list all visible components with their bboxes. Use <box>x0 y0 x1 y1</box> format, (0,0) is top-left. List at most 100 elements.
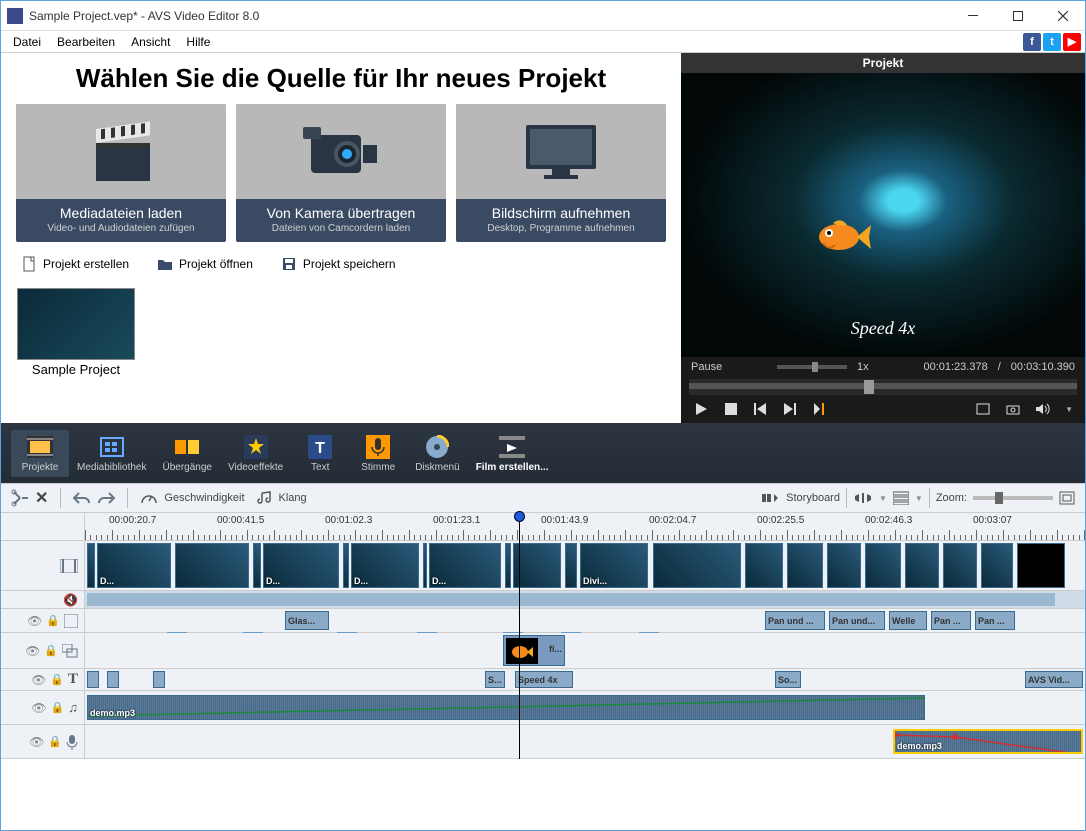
speed-slider[interactable] <box>777 365 847 369</box>
clip-text[interactable]: S... <box>485 671 505 688</box>
lock-icon[interactable]: 🔒 <box>46 614 60 627</box>
audio-balance-icon[interactable] <box>853 491 873 505</box>
clip-video[interactable] <box>423 543 427 588</box>
track-video-body[interactable]: D...D...D...D...Divi... <box>85 541 1085 590</box>
project-thumbnail[interactable]: Sample Project <box>17 288 135 377</box>
eye-icon[interactable]: 👁 <box>27 614 42 628</box>
tool-produce[interactable]: Film erstellen... <box>468 430 557 477</box>
clip-video[interactable] <box>505 543 511 588</box>
clip-video[interactable] <box>253 543 261 588</box>
maximize-button[interactable] <box>995 1 1040 31</box>
clip-video[interactable]: D... <box>429 543 501 588</box>
tool-transitions[interactable]: Übergänge <box>155 430 220 477</box>
project-save-button[interactable]: Projekt speichern <box>281 256 396 272</box>
clip-video[interactable] <box>943 543 977 588</box>
tool-text[interactable]: T Text <box>291 430 349 477</box>
source-card-camera[interactable]: Von Kamera übertragen Dateien von Camcor… <box>236 104 446 242</box>
project-open-button[interactable]: Projekt öffnen <box>157 256 253 272</box>
clip-text[interactable] <box>87 671 99 688</box>
clip-video[interactable] <box>653 543 741 588</box>
twitter-icon[interactable]: t <box>1043 33 1061 51</box>
clip-text[interactable] <box>107 671 119 688</box>
speed-button[interactable]: Geschwindigkeit <box>140 491 244 505</box>
clip-video[interactable] <box>343 543 349 588</box>
youtube-icon[interactable]: ▶ <box>1063 33 1081 51</box>
redo-icon[interactable] <box>97 491 115 505</box>
clip-audio[interactable]: demo.mp3 <box>87 695 925 720</box>
clip-video[interactable] <box>745 543 783 588</box>
prev-button[interactable] <box>753 401 769 417</box>
stop-button[interactable] <box>723 401 739 417</box>
clip-video[interactable] <box>87 543 95 588</box>
preview-viewport[interactable]: Speed 4x <box>681 73 1085 357</box>
minimize-button[interactable] <box>950 1 995 31</box>
fit-icon[interactable] <box>1059 491 1075 505</box>
eye-icon[interactable]: 👁 <box>31 701 46 715</box>
undo-icon[interactable] <box>73 491 91 505</box>
next-button[interactable] <box>783 401 799 417</box>
volume-dropdown-icon[interactable]: ▼ <box>1065 405 1073 414</box>
sound-button[interactable]: Klang <box>257 491 307 505</box>
clip-video[interactable] <box>865 543 901 588</box>
clip-video[interactable] <box>513 543 561 588</box>
clip-effect[interactable]: Pan ... <box>975 611 1015 630</box>
clip-effect[interactable]: Glas... <box>285 611 329 630</box>
tool-discmenu[interactable]: Diskmenü <box>407 430 467 477</box>
seek-slider[interactable] <box>689 379 1077 395</box>
source-card-media[interactable]: Mediadateien laden Video- und Audiodatei… <box>16 104 226 242</box>
snapshot-button[interactable] <box>1005 401 1021 417</box>
clip-video[interactable] <box>787 543 823 588</box>
clip-video[interactable]: D... <box>263 543 339 588</box>
tool-voice[interactable]: Stimme <box>349 430 407 477</box>
volume-button[interactable] <box>1035 401 1051 417</box>
clip-text[interactable]: So... <box>775 671 801 688</box>
clip-effect[interactable]: Welle <box>889 611 927 630</box>
clip-video[interactable] <box>905 543 939 588</box>
clip-text[interactable]: Speed 4x <box>515 671 573 688</box>
clip-overlay[interactable]: fi... <box>503 635 565 666</box>
clip-video[interactable]: D... <box>97 543 171 588</box>
clip-video[interactable] <box>175 543 249 588</box>
mute-icon[interactable]: 🔇 <box>63 593 78 607</box>
clip-text[interactable]: AVS Vid... <box>1025 671 1083 688</box>
playhead[interactable] <box>519 513 520 759</box>
eye-icon[interactable]: 👁 <box>29 735 44 749</box>
storyboard-button[interactable]: Storyboard <box>762 492 840 504</box>
menu-edit[interactable]: Bearbeiten <box>49 33 123 51</box>
facebook-icon[interactable]: f <box>1023 33 1041 51</box>
delete-icon[interactable]: ✕ <box>35 488 48 508</box>
lock-icon[interactable]: 🔒 <box>51 701 65 714</box>
fullscreen-button[interactable] <box>975 401 991 417</box>
clip-video[interactable]: Divi... <box>580 543 648 588</box>
project-create-button[interactable]: Projekt erstellen <box>21 256 129 272</box>
eye-icon[interactable]: 👁 <box>31 673 46 687</box>
clip-voice[interactable]: demo.mp3 <box>893 729 1083 754</box>
close-button[interactable] <box>1040 1 1085 31</box>
clip-text[interactable] <box>153 671 165 688</box>
lock-icon[interactable]: 🔒 <box>48 735 62 748</box>
tool-effects[interactable]: Videoeffekte <box>220 430 291 477</box>
clip-video[interactable] <box>565 543 577 588</box>
menu-file[interactable]: Datei <box>5 33 49 51</box>
step-button[interactable] <box>813 401 829 417</box>
clip-video[interactable]: D... <box>351 543 419 588</box>
lock-icon[interactable]: 🔒 <box>50 673 64 686</box>
clip-video[interactable] <box>1017 543 1065 588</box>
clip-effect[interactable]: Pan ... <box>931 611 971 630</box>
clip-video[interactable] <box>981 543 1013 588</box>
tracks-icon[interactable] <box>893 491 909 505</box>
clip-effect[interactable]: Pan und... <box>829 611 885 630</box>
split-icon[interactable] <box>11 489 29 507</box>
timeline-ruler[interactable]: 00:00:20.700:00:41.500:01:02.300:01:23.1… <box>1 513 1085 541</box>
clip-effect[interactable]: Pan und ... <box>765 611 825 630</box>
menu-view[interactable]: Ansicht <box>123 33 178 51</box>
menu-help[interactable]: Hilfe <box>178 33 218 51</box>
clip-video[interactable] <box>827 543 861 588</box>
source-card-screen[interactable]: Bildschirm aufnehmen Desktop, Programme … <box>456 104 666 242</box>
lock-icon[interactable]: 🔒 <box>44 644 58 657</box>
play-button[interactable] <box>693 401 709 417</box>
zoom-slider[interactable] <box>973 496 1053 500</box>
eye-icon[interactable]: 👁 <box>25 644 40 658</box>
tool-media[interactable]: Mediabibliothek <box>69 430 155 477</box>
tool-projects[interactable]: Projekte <box>11 430 69 477</box>
